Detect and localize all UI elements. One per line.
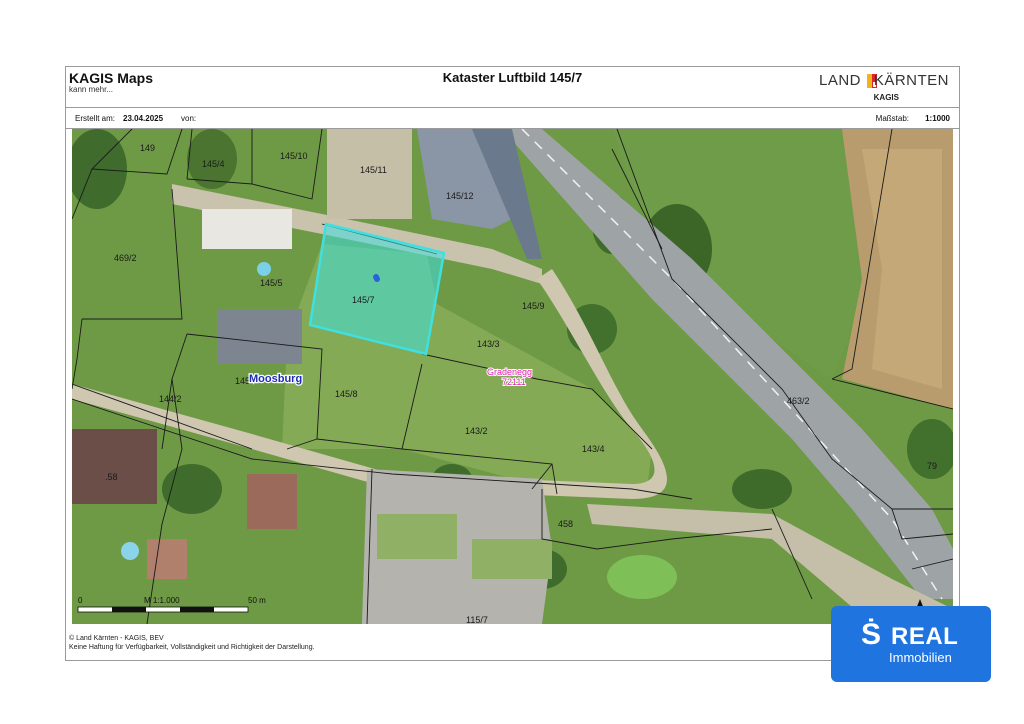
parcel-label: 144/2 xyxy=(159,394,182,404)
logo-text-kaernten: KÄRNTEN xyxy=(873,72,949,89)
parcel-label: 143/4 xyxy=(582,444,605,454)
parcel-label: 143/2 xyxy=(465,426,488,436)
logo-text-kagis: KAGIS xyxy=(873,93,899,102)
parcel-label: 145/12 xyxy=(446,191,474,201)
parcel-label: 145/11 xyxy=(360,165,387,175)
place-label-gradenegg: Gradenegg xyxy=(487,367,532,377)
s-real-immobilien-badge[interactable]: Ṡ REAL Immobilien xyxy=(831,606,991,682)
parcel-label: 145/10 xyxy=(280,151,308,161)
place-code: 72111 xyxy=(502,377,526,387)
scale-value: 1:1000 xyxy=(925,114,950,123)
place-label-moosburg: Moosburg xyxy=(249,373,302,385)
parcel-label: 463/2 xyxy=(787,396,810,406)
scalebar-end: 50 m xyxy=(248,596,266,605)
scale-label: Maßstab: xyxy=(875,114,909,123)
disclaimer-line: Keine Haftung für Verfügbarkeit, Vollstä… xyxy=(69,644,315,651)
parcel-label: .58 xyxy=(105,472,118,482)
parcel-label: 145/5 xyxy=(260,278,283,288)
meta-bar: Erstellt am: 23.04.2025 von: Maßstab: 1:… xyxy=(66,108,959,129)
created-label: Erstellt am: xyxy=(75,114,116,123)
badge-real-text: REAL xyxy=(891,623,959,650)
aerial-map[interactable]: 149 145/4 145/10 145/11 145/12 469/2 145… xyxy=(72,129,953,624)
scalebar-zero: 0 xyxy=(78,596,83,605)
parcel-label: 145/4 xyxy=(202,159,225,169)
parcel-label: 145 xyxy=(235,376,250,386)
created-date: 23.04.2025 xyxy=(123,114,164,123)
logo-text-land: LAND xyxy=(818,72,861,89)
parcel-label: 143/3 xyxy=(477,339,500,349)
land-kaernten-logo: LAND KÄRNTEN KAGIS xyxy=(799,70,949,104)
parcel-label: 145/9 xyxy=(522,301,545,311)
copyright-line: © Land Kärnten - KAGIS, BEV xyxy=(69,635,164,642)
parcel-label: 79 xyxy=(927,461,937,471)
footer: © Land Kärnten - KAGIS, BEV Keine Haftun… xyxy=(69,634,315,652)
parcel-label: 458 xyxy=(558,519,573,529)
parcel-label: 145/7 xyxy=(352,295,375,305)
scalebar-ratio: M 1:1.000 xyxy=(144,596,180,605)
parcel-label: 145/8 xyxy=(335,389,358,399)
parcel-label: 469/2 xyxy=(114,253,137,263)
map-sheet: KAGIS Maps kann mehr... Kataster Luftbil… xyxy=(65,66,960,661)
badge-immobilien-text: Immobilien xyxy=(889,650,952,665)
header: KAGIS Maps kann mehr... Kataster Luftbil… xyxy=(66,67,959,108)
sparkasse-s-icon: Ṡ xyxy=(861,618,882,651)
von-label: von: xyxy=(181,114,197,123)
parcel-label: 149 xyxy=(140,143,155,153)
parcel-label: 115/7 xyxy=(466,615,488,624)
app-subtitle: kann mehr... xyxy=(69,85,114,94)
